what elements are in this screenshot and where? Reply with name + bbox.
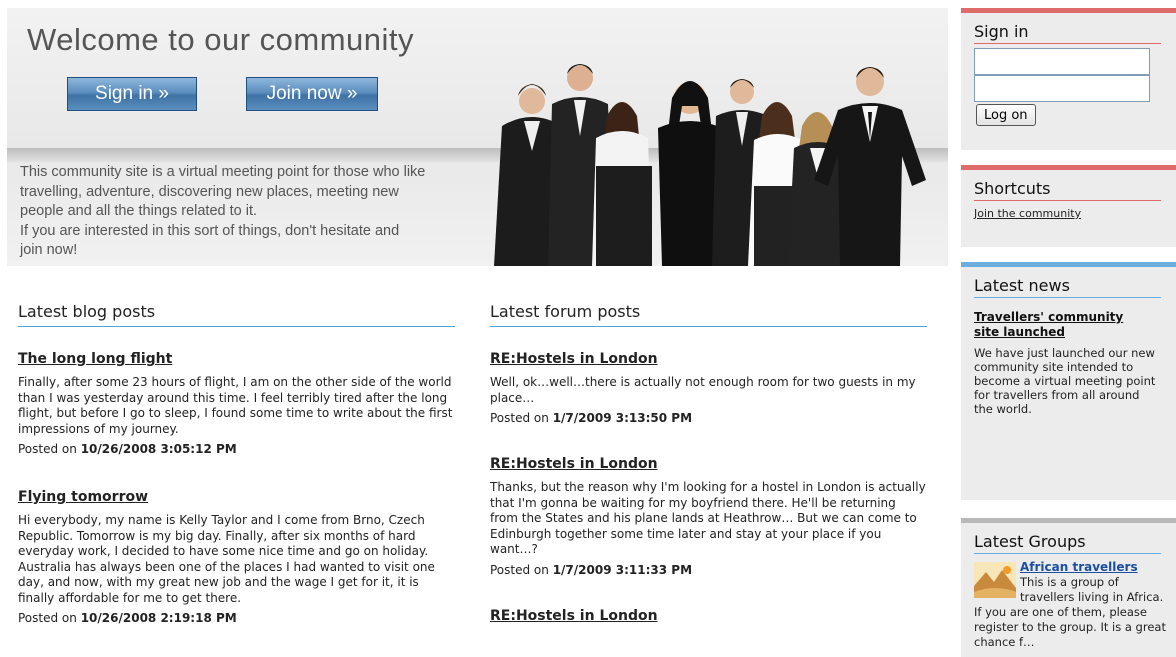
posted-date: 10/26/2008 2:19:18 PM	[80, 611, 237, 625]
group-item: African travellers This is a group of tr…	[974, 560, 1174, 650]
blog-post: Flying tomorrow Hi everybody, my name is…	[18, 486, 455, 625]
posted-date: 1/7/2009 3:11:33 PM	[552, 562, 693, 577]
intro-line: join now!	[20, 242, 78, 258]
shortcuts-panel-title: Shortcuts	[974, 170, 1161, 201]
forum-post: RE:Hostels in London Thanks, but the rea…	[490, 453, 927, 577]
banner-sign-in-button[interactable]: Sign in »	[67, 77, 197, 111]
forum-post-excerpt: Thanks, but the reason why I'm looking f…	[490, 480, 926, 556]
banner-intro-text: This community site is a virtual meeting…	[20, 163, 480, 261]
sign-in-panel-title: Sign in	[974, 13, 1161, 44]
group-name-link[interactable]: African travellers	[1020, 560, 1138, 574]
posted-date: 10/26/2008 3:05:12 PM	[80, 442, 237, 456]
latest-groups-panel: Latest Groups African travellers This is…	[961, 518, 1176, 657]
intro-line: people and all the things related to it.	[20, 203, 257, 219]
welcome-heading: Welcome to our community	[27, 22, 414, 57]
latest-groups-panel-title: Latest Groups	[974, 523, 1161, 554]
group-thumbnail-icon[interactable]	[974, 562, 1016, 598]
forum-post-excerpt: Well, ok…well…there is actually not enou…	[490, 375, 916, 405]
username-field[interactable]	[974, 48, 1150, 75]
join-community-link[interactable]: Join the community	[974, 207, 1176, 220]
posted-label: Posted on	[490, 411, 549, 425]
forum-section-title: Latest forum posts	[490, 302, 927, 327]
forum-post-date: Posted on 1/7/2009 3:13:50 PM	[490, 411, 927, 425]
welcome-banner: Welcome to our community Sign in » Join …	[7, 8, 948, 266]
banner-join-now-button[interactable]: Join now »	[246, 77, 378, 111]
intro-line: If you are interested in this sort of th…	[20, 222, 400, 239]
posted-label: Posted on	[18, 442, 77, 456]
latest-news-panel: Latest news Travellers' community site l…	[961, 262, 1176, 500]
password-field[interactable]	[974, 75, 1150, 102]
intro-line: travelling, adventure, discovering new p…	[20, 183, 399, 200]
shortcuts-panel: Shortcuts Join the community	[961, 165, 1176, 247]
latest-blog-posts-section: Latest blog posts The long long flight F…	[18, 302, 455, 625]
community-people-image	[494, 64, 926, 266]
intro-line: This community site is a virtual meeting…	[20, 164, 426, 180]
blog-post-excerpt: Hi everybody, my name is Kelly Taylor an…	[18, 513, 435, 605]
news-item-title-link[interactable]: Travellers' community site launched	[974, 310, 1149, 340]
blog-post-date: Posted on 10/26/2008 3:05:12 PM	[18, 442, 455, 456]
blog-section-title: Latest blog posts	[18, 302, 455, 327]
latest-forum-posts-section: Latest forum posts RE:Hostels in London …	[490, 302, 927, 632]
sign-in-panel: Sign in Log on	[961, 8, 1176, 150]
log-on-button[interactable]: Log on	[976, 104, 1036, 126]
blog-post: The long long flight Finally, after some…	[18, 348, 455, 456]
latest-news-panel-title: Latest news	[974, 267, 1161, 298]
posted-date: 1/7/2009 3:13:50 PM	[552, 411, 693, 425]
forum-post-date: Posted on 1/7/2009 3:11:33 PM	[490, 563, 927, 577]
forum-post: RE:Hostels in London	[490, 605, 927, 632]
blog-post-excerpt: Finally, after some 23 hours of flight, …	[18, 375, 453, 436]
posted-label: Posted on	[490, 562, 549, 577]
forum-post-title-link[interactable]: RE:Hostels in London	[490, 608, 658, 624]
blog-post-title-link[interactable]: Flying tomorrow	[18, 489, 148, 505]
posted-label: Posted on	[18, 611, 77, 625]
forum-post-title-link[interactable]: RE:Hostels in London	[490, 351, 658, 367]
forum-post: RE:Hostels in London Well, ok…well…there…	[490, 348, 927, 425]
blog-post-date: Posted on 10/26/2008 2:19:18 PM	[18, 611, 455, 625]
blog-post-title-link[interactable]: The long long flight	[18, 351, 172, 367]
news-item-body: We have just launched our new community …	[974, 346, 1156, 416]
forum-post-title-link[interactable]: RE:Hostels in London	[490, 456, 658, 472]
